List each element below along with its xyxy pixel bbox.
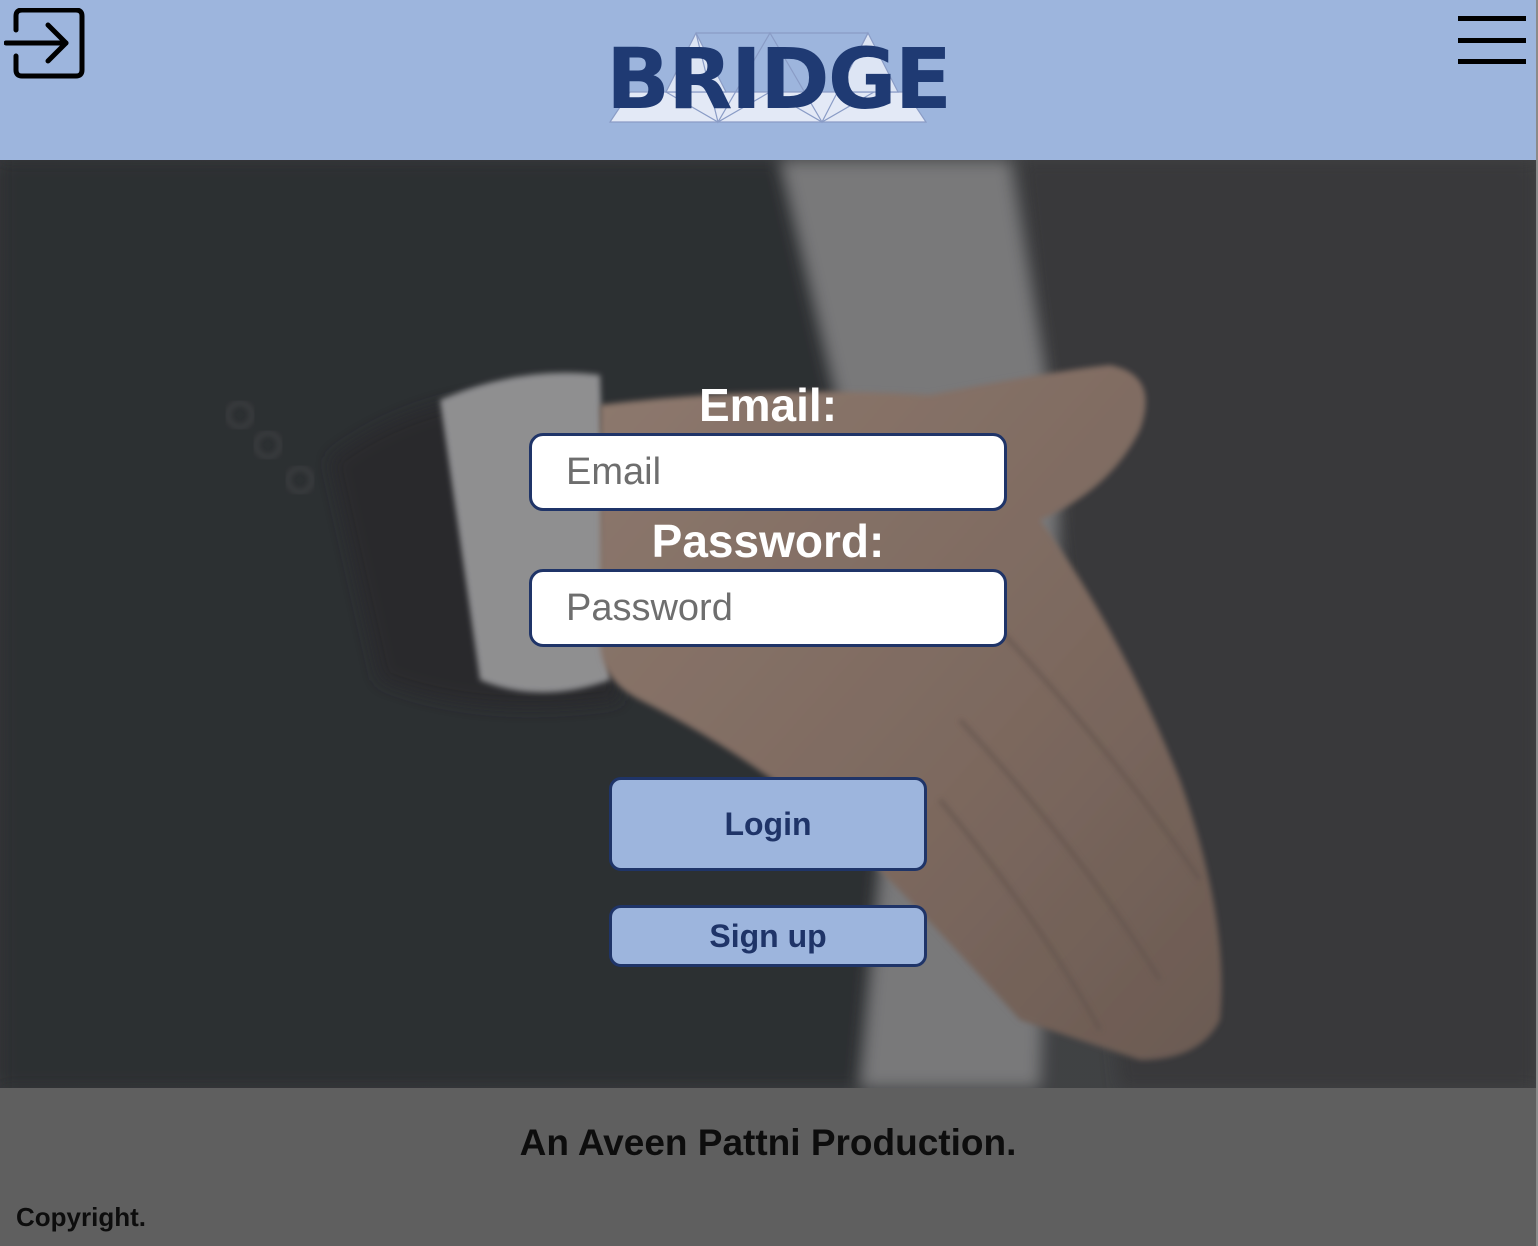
hamburger-menu-icon[interactable] [1456, 14, 1528, 66]
hero-section: Email: Password: Login Sign up [0, 160, 1536, 1088]
email-input[interactable] [529, 433, 1007, 511]
email-label: Email: [698, 379, 838, 431]
copyright-text: Copyright. [16, 1202, 146, 1232]
login-button[interactable]: Login [609, 777, 927, 871]
footer-tagline: An Aveen Pattni Production. [519, 1122, 1017, 1163]
signup-button[interactable]: Sign up [609, 905, 927, 967]
header: BRIDGE [0, 0, 1536, 160]
login-form: Email: Password: Login Sign up [0, 160, 1536, 1088]
footer: An Aveen Pattni Production. Copyright. [0, 1088, 1536, 1246]
page: BRIDGE Email: Email Password: Login Sign… [0, 0, 1538, 1246]
logo-text: BRIDGE [606, 30, 952, 128]
login-icon[interactable] [3, 7, 86, 80]
bridge-logo[interactable]: BRIDGE [606, 30, 952, 128]
password-label: Password: [651, 515, 885, 567]
password-input[interactable] [529, 569, 1007, 647]
